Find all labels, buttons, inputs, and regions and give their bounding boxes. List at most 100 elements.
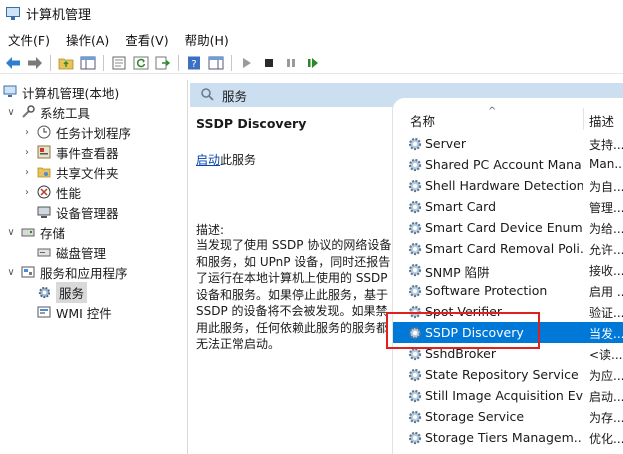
back-arrow-icon[interactable] (4, 54, 22, 72)
service-description: 允许... (589, 243, 623, 257)
search-icon (200, 87, 214, 104)
restart-icon[interactable] (304, 54, 322, 72)
service-row[interactable]: Shell Hardware Detection 为自... (393, 175, 623, 196)
service-description: <读... (589, 348, 623, 362)
service-description: 为应... (589, 369, 623, 383)
service-name: SSDP Discovery (425, 325, 524, 340)
service-name: Spot Verifier (425, 304, 502, 319)
tree-label-storage: 存储 (40, 225, 66, 241)
properties-icon[interactable] (110, 54, 128, 72)
service-description: 为自... (589, 180, 623, 194)
tree-label-services-apps: 服务和应用程序 (40, 265, 128, 281)
tree-item-root[interactable]: 计算机管理(本地) (2, 82, 119, 102)
title-bar: 计算机管理 (0, 0, 623, 26)
gear-icon (36, 284, 52, 300)
column-header-description[interactable]: 描述 (589, 111, 614, 130)
service-name: SshdBroker (425, 346, 497, 361)
tree-item-services[interactable]: 服务 (36, 281, 88, 303)
service-name: Smart Card Removal Poli... (425, 241, 583, 256)
up-folder-icon[interactable] (57, 54, 75, 72)
service-row[interactable]: State Repository Service 为应... (393, 364, 623, 385)
service-row[interactable]: Smart Card Device Enum... 为给... (393, 217, 623, 238)
refresh-icon[interactable] (132, 54, 150, 72)
tree-label-event-viewer: 事件查看器 (56, 145, 119, 161)
start-service-link[interactable]: 启动 (196, 153, 220, 167)
wmi-icon (36, 304, 52, 320)
service-row[interactable]: Still Image Acquisition Ev... 启动... (393, 385, 623, 406)
services-list: ^ 名称 描述 Server 支持... Shared PC Account Man… (393, 98, 623, 454)
service-row[interactable]: Smart Card Removal Poli... 允许... (393, 238, 623, 259)
tree-item-device-manager[interactable]: 设备管理器 (36, 202, 119, 222)
column-divider[interactable] (583, 108, 584, 130)
menu-action[interactable]: 操作(A) (58, 30, 117, 49)
service-description: 接收... (589, 264, 623, 278)
service-row[interactable]: Smart Card 管理... (393, 196, 623, 217)
service-row[interactable]: Server 支持... (393, 133, 623, 154)
pause-icon[interactable] (282, 54, 300, 72)
toolbar: ? (0, 52, 623, 74)
tree-item-storage[interactable]: ∨ 存储 (6, 222, 65, 242)
service-row[interactable]: SSDP Discovery 当发... (393, 322, 623, 343)
svg-text:?: ? (191, 59, 196, 70)
tree-label-task-scheduler: 任务计划程序 (56, 125, 132, 141)
service-name: Shell Hardware Detection (425, 178, 583, 193)
play-icon[interactable] (238, 54, 256, 72)
shared-folder-icon (36, 164, 52, 180)
tree-item-disk-management[interactable]: 磁盘管理 (36, 242, 106, 262)
show-hide-tree-icon[interactable] (79, 54, 97, 72)
menu-view[interactable]: 查看(V) (117, 30, 176, 49)
sort-ascending-icon: ^ (488, 106, 497, 117)
gear-icon (407, 157, 423, 173)
service-row[interactable]: SNMP 陷阱 接收... (393, 259, 623, 280)
tree-label-disk-management: 磁盘管理 (56, 245, 107, 261)
service-name: State Repository Service (425, 367, 579, 382)
chevron-down-icon[interactable]: ∨ (6, 227, 16, 238)
menu-file[interactable]: 文件(F) (0, 30, 58, 49)
chevron-down-icon[interactable]: ∨ (6, 107, 16, 118)
toolbar-separator (50, 54, 51, 71)
gear-icon (407, 388, 423, 404)
tree-item-performance[interactable]: › 性能 (22, 182, 81, 202)
tree-item-wmi[interactable]: WMI 控件 (36, 302, 112, 322)
service-row[interactable]: SshdBroker <读... (393, 343, 623, 364)
gear-icon (407, 178, 423, 194)
chevron-right-icon[interactable]: › (22, 147, 32, 158)
tree-item-shared-folders[interactable]: › 共享文件夹 (22, 162, 119, 182)
service-row[interactable]: Shared PC Account Mana... Man... (393, 154, 623, 175)
tree-item-services-apps[interactable]: ∨ 服务和应用程序 (6, 262, 128, 282)
navigation-tree: 计算机管理(本地) ∨ 系统工具 › 任务计划程序 › 事件查看器 › 共享文件… (0, 80, 188, 454)
help-icon[interactable]: ? (185, 54, 203, 72)
chevron-right-icon[interactable]: › (22, 127, 32, 138)
service-row[interactable]: Storage Tiers Managem... 优化... (393, 427, 623, 448)
service-row[interactable]: Spot Verifier 验证... (393, 301, 623, 322)
service-row[interactable]: Storage Service 为存... (393, 406, 623, 427)
tree-item-system-tools[interactable]: ∨ 系统工具 (6, 102, 90, 122)
tree-item-event-viewer[interactable]: › 事件查看器 (22, 142, 119, 162)
gear-icon (407, 367, 423, 383)
service-name: Smart Card Device Enum... (425, 220, 583, 235)
tree-label-services: 服务 (56, 281, 88, 303)
gear-icon (407, 409, 423, 425)
services-apps-icon (20, 264, 36, 280)
toolbar-separator (103, 54, 104, 71)
tree-item-task-scheduler[interactable]: › 任务计划程序 (22, 122, 131, 142)
chevron-right-icon[interactable]: › (22, 187, 32, 198)
gear-icon (407, 304, 423, 320)
export-list-icon[interactable] (154, 54, 172, 72)
forward-arrow-icon[interactable] (26, 54, 44, 72)
column-header-name[interactable]: 名称 (410, 111, 435, 130)
event-viewer-icon (36, 144, 52, 160)
service-name: SNMP 陷阱 (425, 265, 490, 280)
menu-help[interactable]: 帮助(H) (177, 30, 237, 49)
service-row[interactable]: Software Protection 启用 ... (393, 280, 623, 301)
toolbar-separator (178, 54, 179, 71)
toolbar-separator (231, 54, 232, 71)
show-action-pane-icon[interactable] (207, 54, 225, 72)
tree-label-system-tools: 系统工具 (40, 105, 91, 121)
description-label: 描述: (196, 223, 225, 237)
chevron-down-icon[interactable]: ∨ (6, 267, 16, 278)
service-description: 当发... (589, 327, 623, 341)
gear-icon (407, 283, 423, 299)
stop-icon[interactable] (260, 54, 278, 72)
chevron-right-icon[interactable]: › (22, 167, 32, 178)
